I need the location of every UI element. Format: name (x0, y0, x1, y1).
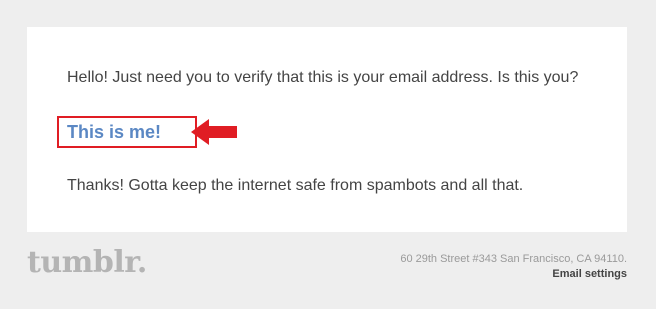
email-settings-link[interactable]: Email settings (552, 268, 627, 280)
thanks-text: Thanks! Gotta keep the internet safe fro… (67, 177, 524, 194)
intro-text: Hello! Just need you to verify that this… (67, 69, 579, 86)
confirm-link-highlight: This is me! (57, 116, 197, 148)
email-card: Hello! Just need you to verify that this… (27, 27, 627, 232)
tumblr-logo: tumblr. (27, 245, 147, 280)
confirm-email-link[interactable]: This is me! (67, 122, 161, 143)
arrow-left-icon (191, 119, 237, 145)
email-page: Hello! Just need you to verify that this… (0, 0, 656, 309)
footer-address: 60 29th Street #343 San Francisco, CA 94… (400, 253, 627, 265)
